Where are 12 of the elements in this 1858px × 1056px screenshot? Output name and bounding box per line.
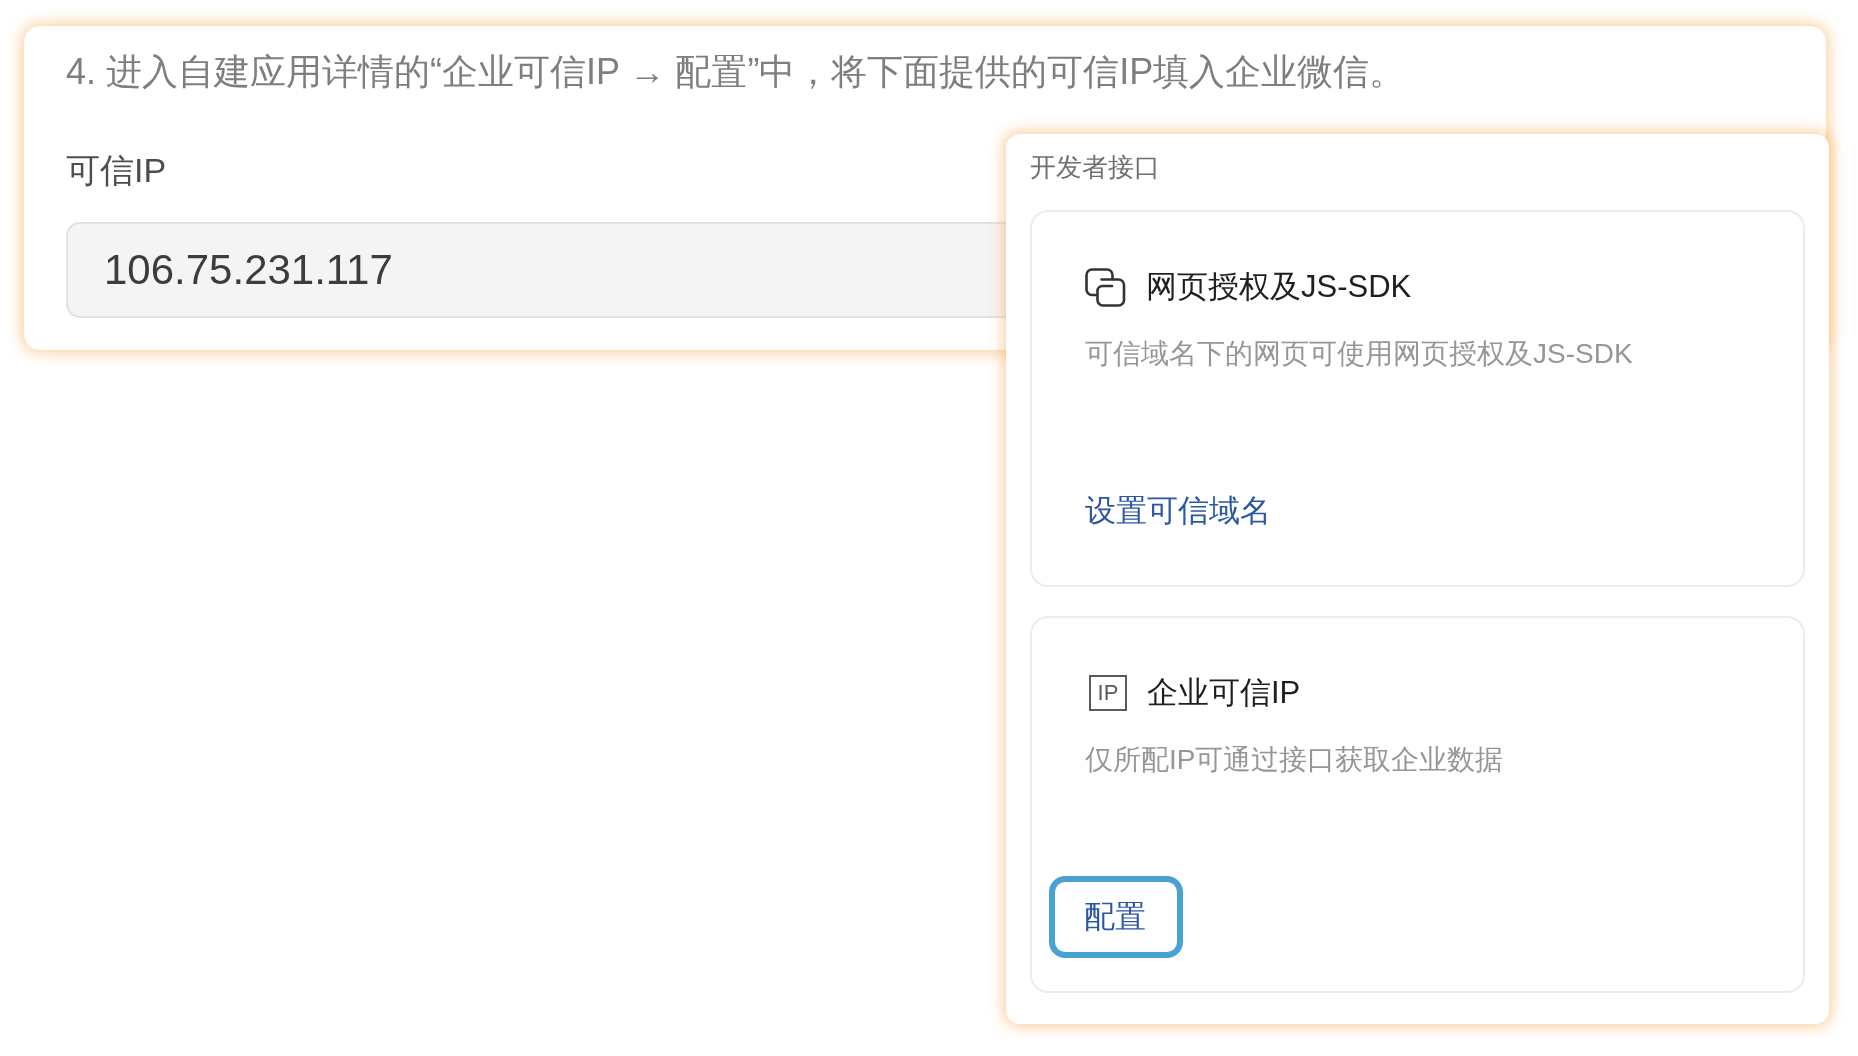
ip-icon: IP <box>1089 675 1127 711</box>
field-label: 可信IP <box>66 150 167 191</box>
step-text: 4. 进入自建应用详情的“企业可信IP → 配置”中，将下面提供的可信IP填入企业微信。 <box>66 50 1406 94</box>
link[interactable]: 设置可信域名 <box>1085 491 1271 531</box>
panel-title: 开发者接口 <box>1030 151 1160 184</box>
card-title: 网页授权及JS-SDK <box>1146 268 1412 306</box>
overlapping-squares-icon <box>1085 267 1126 307</box>
card-title: 企业可信IP <box>1147 674 1301 712</box>
link[interactable]: 配置 <box>1049 876 1183 958</box>
ip-field[interactable]: 106.75.231.117 <box>66 222 1006 318</box>
card-description: 仅所配IP可通过接口获取企业数据 <box>1085 743 1504 777</box>
card-description: 可信域名下的网页可使用网页授权及JS-SDK <box>1085 337 1633 371</box>
